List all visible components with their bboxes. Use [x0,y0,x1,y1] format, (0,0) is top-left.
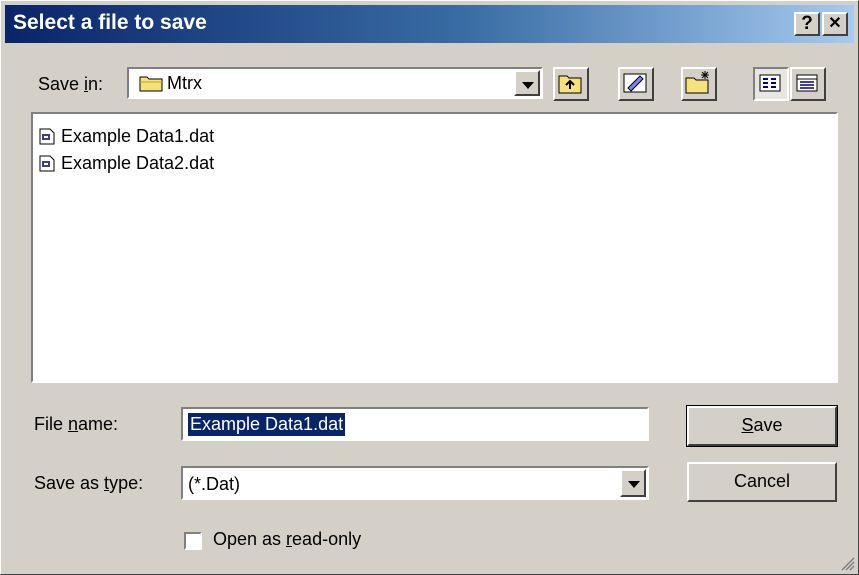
read-only-label: Open as read-only [213,529,362,549]
resize-grip-icon[interactable] [839,555,855,571]
save-in-dropdown-button[interactable] [514,70,540,96]
save-in-combo[interactable]: Mtrx [127,67,543,99]
dat-file-icon [39,128,55,144]
dialog-title: Select a file to save [13,11,207,34]
dat-file-icon [39,155,55,171]
save-in-value: Mtrx [167,73,202,93]
chevron-down-icon [628,481,640,488]
save-dialog: Select a file to save ? ✕ Save in: Mtrx [0,0,859,575]
up-folder-icon [558,75,582,94]
cancel-button[interactable]: Cancel [687,462,837,502]
details-view-button[interactable] [790,67,826,101]
file-name-label: File name: [34,414,119,434]
save-as-type-label: Save as type: [34,473,144,493]
file-name-value: Example Data1.dat [188,413,346,436]
help-icon: ? [801,13,813,34]
close-icon: ✕ [828,15,842,32]
save-in-label: Save in: [38,74,104,94]
file-name-field[interactable]: Example Data1.dat [181,407,649,441]
list-view-button[interactable] [753,67,789,101]
help-button[interactable]: ? [794,12,820,36]
cancel-label: Cancel [733,471,791,491]
chevron-down-icon [522,82,534,89]
new-folder-icon [685,71,709,94]
desktop-button[interactable] [618,67,654,101]
file-name: Example Data1.dat [61,125,215,146]
read-only-checkbox[interactable] [184,532,202,550]
folder-icon [139,76,163,92]
new-folder-button[interactable] [681,67,717,101]
details-view-icon [796,74,818,92]
list-view-icon [759,74,781,92]
desktop-icon [623,73,647,93]
list-item[interactable]: Example Data2.dat [39,151,214,175]
save-as-type-value: (*.Dat) [188,474,241,494]
title-bar[interactable]: Select a file to save ? ✕ [5,5,854,43]
up-folder-button[interactable] [553,67,589,101]
save-button[interactable]: Save [686,405,838,447]
close-button[interactable]: ✕ [822,12,848,36]
save-as-type-dropdown-button[interactable] [620,469,646,497]
file-list[interactable]: Example Data1.dat Example Data2.dat [31,112,838,383]
file-name: Example Data2.dat [61,152,215,173]
list-item[interactable]: Example Data1.dat [39,124,214,148]
save-as-type-combo[interactable]: (*.Dat) [181,466,649,500]
